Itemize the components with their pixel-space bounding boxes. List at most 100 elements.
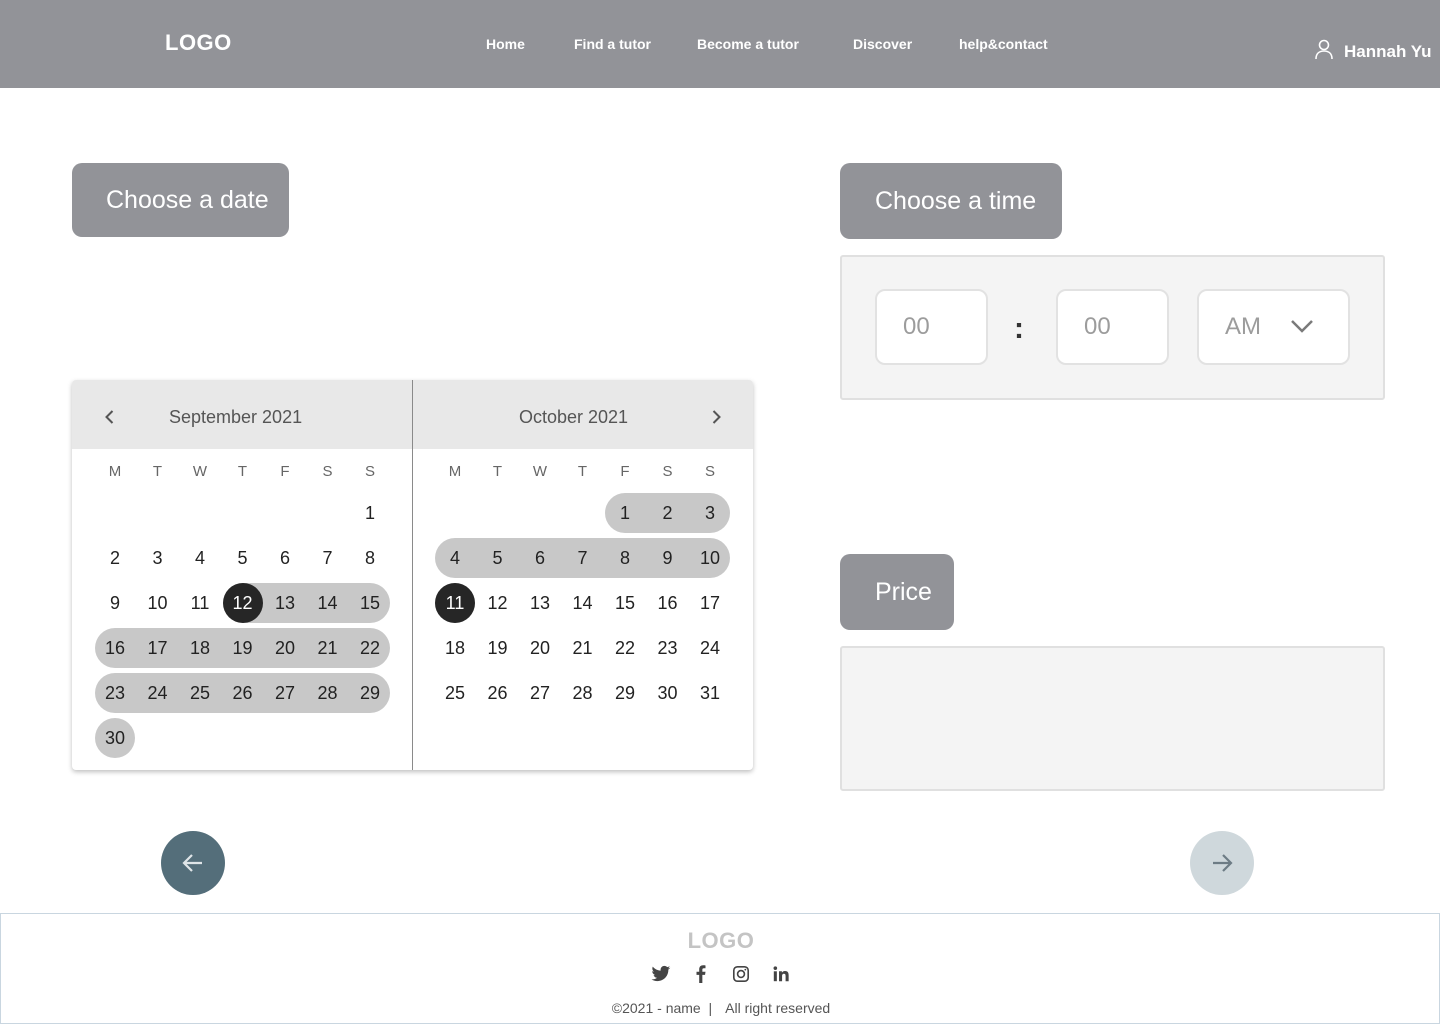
back-button[interactable] <box>161 831 225 895</box>
calendar-day[interactable]: 9 <box>95 583 135 623</box>
calendar-day[interactable]: 28 <box>308 673 348 713</box>
previous-month-button[interactable] <box>100 407 120 427</box>
calendar-day[interactable]: 14 <box>563 583 603 623</box>
nav-become-a-tutor[interactable]: Become a tutor <box>697 36 799 52</box>
calendar-day[interactable]: 9 <box>648 538 688 578</box>
price-label-text: Price <box>875 577 932 606</box>
calendar-day[interactable]: 10 <box>138 583 178 623</box>
calendar-day[interactable]: 2 <box>95 538 135 578</box>
calendar-day[interactable]: 16 <box>648 583 688 623</box>
calendar-day[interactable]: 21 <box>563 628 603 668</box>
month-title-september: September 2021 <box>169 407 303 427</box>
facebook-link[interactable] <box>690 964 712 984</box>
calendar-day[interactable]: 24 <box>138 673 178 713</box>
calendar-day[interactable]: 14 <box>308 583 348 623</box>
nav-find-a-tutor[interactable]: Find a tutor <box>574 36 651 52</box>
calendar-day[interactable]: 15 <box>605 583 645 623</box>
calendar-day[interactable]: 24 <box>690 628 730 668</box>
calendar-day[interactable]: 11 <box>180 583 220 623</box>
calendar-day[interactable]: 3 <box>690 493 730 533</box>
period-value: AM <box>1225 313 1261 340</box>
calendar-day[interactable]: 18 <box>180 628 220 668</box>
calendar-day[interactable]: 23 <box>648 628 688 668</box>
calendar-day[interactable]: 27 <box>265 673 305 713</box>
calendar-day[interactable]: 29 <box>605 673 645 713</box>
nav-home[interactable]: Home <box>486 36 525 52</box>
weekday-thu-header: T <box>237 463 248 480</box>
weekday-sun-header: S <box>364 463 375 480</box>
price-label: Price <box>840 554 954 630</box>
choose-time-label-text: Choose a time <box>875 186 1037 215</box>
weekday-thu-header: T <box>577 463 588 480</box>
calendar-day[interactable]: 26 <box>478 673 518 713</box>
nav-discover[interactable]: Discover <box>853 36 912 52</box>
weekday-tue-header: T <box>492 463 503 480</box>
calendar-day[interactable]: 4 <box>180 538 220 578</box>
minute-field[interactable]: 00 <box>1056 289 1169 365</box>
nav-help-contact[interactable]: help&contact <box>959 36 1048 52</box>
linkedin-link[interactable] <box>770 964 792 984</box>
calendar-day[interactable]: 1 <box>350 493 390 533</box>
calendar-day[interactable]: 27 <box>520 673 560 713</box>
calendar-day[interactable]: 19 <box>223 628 263 668</box>
calendar-day[interactable]: 21 <box>308 628 348 668</box>
hour-field[interactable]: 00 <box>875 289 988 365</box>
weekday-sun-header: S <box>704 463 715 480</box>
calendar-day[interactable]: 22 <box>605 628 645 668</box>
calendar-day[interactable]: 30 <box>648 673 688 713</box>
calendar-day[interactable]: 13 <box>265 583 305 623</box>
calendar-day[interactable]: 1 <box>605 493 645 533</box>
calendar-day[interactable]: 30 <box>95 718 135 758</box>
calendar-day[interactable]: 10 <box>690 538 730 578</box>
calendar-day[interactable]: 18 <box>435 628 475 668</box>
weekday-mon-header: M <box>108 463 122 480</box>
weekday-wed-header: W <box>192 463 208 480</box>
calendar-day[interactable]: 7 <box>308 538 348 578</box>
calendar-day[interactable]: 23 <box>95 673 135 713</box>
calendar-day[interactable]: 12 <box>478 583 518 623</box>
calendar-day[interactable]: 2 <box>648 493 688 533</box>
choose-date-label-text: Choose a date <box>106 185 269 214</box>
user-menu[interactable]: Hannah Yu <box>1314 38 1432 65</box>
calendar-day[interactable]: 17 <box>138 628 178 668</box>
calendar-day[interactable]: 17 <box>690 583 730 623</box>
weekday-wed-header: W <box>532 463 548 480</box>
calendar-day[interactable]: 25 <box>180 673 220 713</box>
weekday-mon-header: M <box>448 463 462 480</box>
calendar-day[interactable]: 4 <box>435 538 475 578</box>
calendar-day[interactable]: 8 <box>350 538 390 578</box>
calendar-day[interactable]: 29 <box>350 673 390 713</box>
header-logo[interactable]: LOGO <box>165 30 232 56</box>
calendar-day[interactable]: 6 <box>265 538 305 578</box>
calendar-day[interactable]: 5 <box>478 538 518 578</box>
calendar-day[interactable]: 20 <box>265 628 305 668</box>
calendar-day[interactable]: 15 <box>350 583 390 623</box>
next-button[interactable] <box>1190 831 1254 895</box>
user-name: Hannah Yu <box>1344 41 1432 61</box>
calendar-day[interactable]: 13 <box>520 583 560 623</box>
calendar-day[interactable]: 5 <box>223 538 263 578</box>
calendar-day[interactable]: 8 <box>605 538 645 578</box>
calendar-day[interactable]: 16 <box>95 628 135 668</box>
calendar-day-selected[interactable]: 11 <box>435 583 475 623</box>
calendar-day[interactable]: 3 <box>138 538 178 578</box>
twitter-link[interactable] <box>650 964 672 984</box>
footer-logo: LOGO <box>687 928 755 953</box>
calendar-day[interactable]: 28 <box>563 673 603 713</box>
calendar-day[interactable]: 6 <box>520 538 560 578</box>
calendar-day[interactable]: 19 <box>478 628 518 668</box>
next-month-button[interactable] <box>706 407 726 427</box>
footer: LOGO ©2021 - name | All right reserved <box>0 913 1440 1024</box>
weekday-fri-header: F <box>620 463 630 480</box>
calendar-day-selected[interactable]: 12 <box>222 583 263 623</box>
minute-value: 00 <box>1084 313 1111 340</box>
calendar-day[interactable]: 20 <box>520 628 560 668</box>
period-select[interactable]: AM <box>1197 289 1350 365</box>
calendar-day[interactable]: 31 <box>690 673 730 713</box>
calendar-day[interactable]: 26 <box>223 673 263 713</box>
calendar-day[interactable]: 25 <box>435 673 475 713</box>
calendar-day[interactable]: 7 <box>563 538 603 578</box>
calendar-day[interactable]: 22 <box>350 628 390 668</box>
instagram-link[interactable] <box>730 964 752 984</box>
calendar-divider <box>412 380 413 770</box>
